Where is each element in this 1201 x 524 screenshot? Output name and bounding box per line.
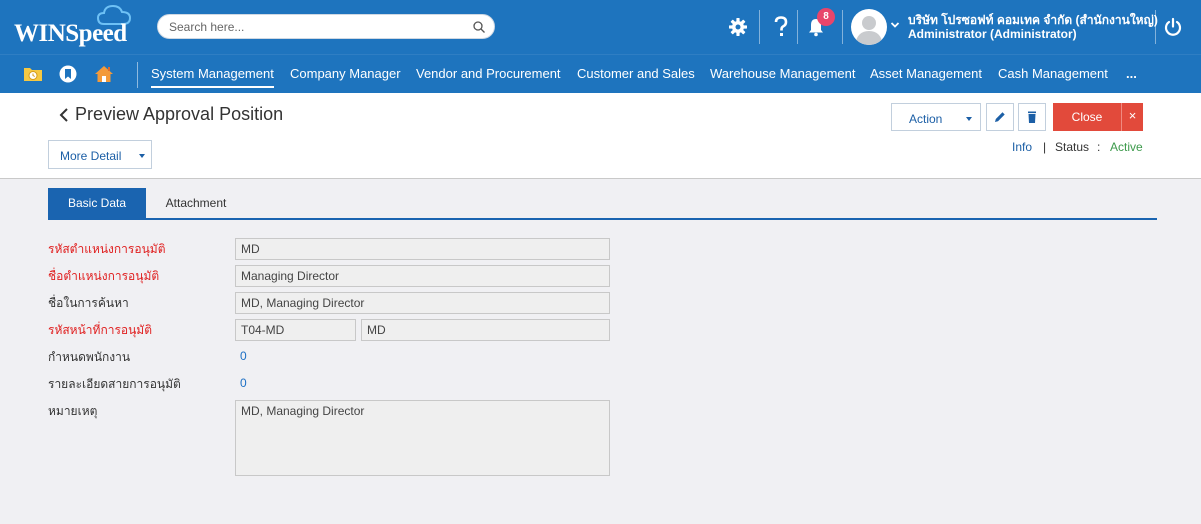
trash-icon xyxy=(1028,111,1036,123)
close-icon[interactable]: × xyxy=(1121,103,1143,131)
winspeed-logo[interactable]: WINSpeed xyxy=(14,4,138,50)
position-name-field[interactable]: Managing Director xyxy=(235,265,610,287)
assign-employee-label: กำหนดพนักงาน xyxy=(48,350,131,364)
edit-button[interactable] xyxy=(986,103,1014,131)
nav-customer-sales[interactable]: Customer and Sales xyxy=(577,66,695,81)
action-button[interactable]: Action xyxy=(891,103,981,131)
user-name: Administrator (Administrator) xyxy=(908,27,1077,41)
header-divider xyxy=(842,10,843,44)
more-detail-label: More Detail xyxy=(60,149,122,163)
position-code-field[interactable]: MD xyxy=(235,238,610,260)
back-chevron-icon[interactable] xyxy=(58,106,72,124)
search-name-label: ชื่อในการค้นหา xyxy=(48,296,129,310)
nav-system-management[interactable]: System Management xyxy=(151,66,274,88)
position-name-label: ชื่อตำแหน่งการอนุมัติ xyxy=(48,269,160,283)
nav-vendor-procurement[interactable]: Vendor and Procurement xyxy=(416,66,561,81)
nav-asset-management[interactable]: Asset Management xyxy=(870,66,982,81)
duty-code-label: รหัสหน้าที่การอนุมัติ xyxy=(48,323,153,337)
status-colon: : xyxy=(1097,140,1101,154)
user-avatar-icon xyxy=(855,16,883,45)
approval-line-link[interactable]: 0 xyxy=(240,376,247,390)
power-icon[interactable] xyxy=(1160,14,1186,40)
position-code-label: รหัสตำแหน่งการอนุมัติ xyxy=(48,242,166,256)
duty-code-field[interactable]: T04-MD xyxy=(235,319,356,341)
close-button[interactable]: Close xyxy=(1053,103,1121,131)
duty-name-field[interactable]: MD xyxy=(361,319,610,341)
help-icon[interactable] xyxy=(768,14,794,40)
assign-employee-link[interactable]: 0 xyxy=(240,349,247,363)
status-value: Active xyxy=(1110,140,1143,154)
search-input[interactable] xyxy=(169,18,459,36)
more-detail-button[interactable]: More Detail xyxy=(48,140,152,169)
main-nav: System Management Company Manager Vendor… xyxy=(0,54,1201,93)
top-header: WINSpeed Search here... 8 บริษัท โปรซอฟท… xyxy=(0,0,1201,54)
pencil-icon xyxy=(995,112,1005,122)
caret-down-icon xyxy=(966,117,972,121)
action-label: Action xyxy=(909,112,943,126)
remark-label: หมายเหตุ xyxy=(48,404,98,418)
content-header: Preview Approval Position More Detail Ac… xyxy=(0,93,1201,179)
avatar[interactable] xyxy=(851,9,887,45)
nav-cash-management[interactable]: Cash Management xyxy=(998,66,1108,81)
header-divider xyxy=(759,10,760,44)
nav-company-manager[interactable]: Company Manager xyxy=(290,66,401,81)
info-status-divider: | xyxy=(1043,140,1047,154)
nav-warehouse-management[interactable]: Warehouse Management xyxy=(710,66,856,81)
header-divider xyxy=(797,10,798,44)
header-divider xyxy=(1155,10,1156,44)
remark-textarea[interactable]: MD, Managing Director xyxy=(235,400,610,476)
tab-underline xyxy=(48,218,1157,220)
search-name-field[interactable]: MD, Managing Director xyxy=(235,292,610,314)
search-box[interactable] xyxy=(157,14,495,39)
bookmark-icon[interactable] xyxy=(58,64,78,84)
info-link[interactable]: Info xyxy=(1012,140,1032,154)
nav-more[interactable]: ... xyxy=(1126,66,1137,81)
tab-attachment[interactable]: Attachment xyxy=(146,188,246,219)
status-label: Status xyxy=(1055,140,1090,154)
chevron-down-icon[interactable] xyxy=(890,20,900,30)
notification-badge: 8 xyxy=(817,8,835,26)
delete-button[interactable] xyxy=(1018,103,1046,131)
logo-text: WINSpeed xyxy=(14,20,127,47)
gear-icon[interactable] xyxy=(725,14,751,40)
tab-basic-data[interactable]: Basic Data xyxy=(48,188,146,219)
search-icon[interactable] xyxy=(472,20,486,34)
caret-down-icon xyxy=(139,154,145,158)
approval-line-label: รายละเอียดสายการอนุมัติ xyxy=(48,377,181,391)
page-title: Preview Approval Position xyxy=(75,104,284,124)
nav-divider xyxy=(137,62,138,88)
folder-clock-icon[interactable] xyxy=(23,64,43,84)
home-icon[interactable] xyxy=(94,64,114,84)
